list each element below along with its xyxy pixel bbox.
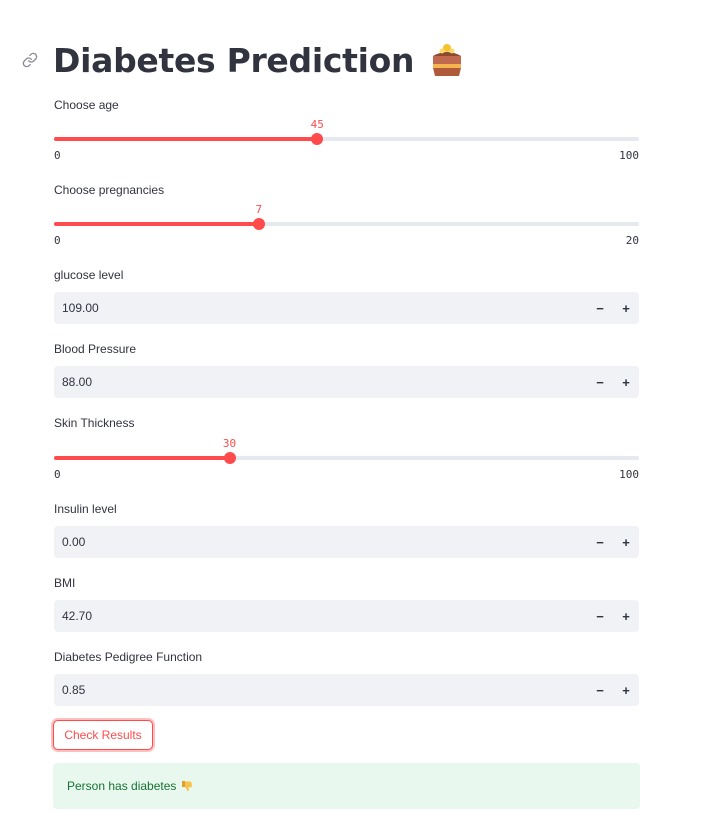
check-results-button[interactable]: Check Results <box>53 720 153 750</box>
age-slider[interactable]: 45 0 100 <box>54 118 639 163</box>
age-label: Choose age <box>54 98 119 112</box>
slider-max: 20 <box>625 234 639 247</box>
bmi-label: BMI <box>54 576 76 590</box>
decrement-button[interactable]: − <box>587 600 613 632</box>
decrement-button[interactable]: − <box>587 674 613 706</box>
slider-thumb[interactable] <box>252 218 265 230</box>
bmi-input[interactable] <box>54 609 587 623</box>
increment-button[interactable]: + <box>613 600 639 632</box>
insulin-label: Insulin level <box>54 502 117 516</box>
dpf-label: Diabetes Pedigree Function <box>54 650 203 664</box>
result-text: Person has diabetes <box>67 779 177 793</box>
slider-fill <box>54 222 259 226</box>
blood-pressure-input[interactable] <box>54 375 587 389</box>
skin-thickness-slider[interactable]: 30 0 100 <box>54 437 639 482</box>
slider-thumb[interactable] <box>223 452 236 464</box>
pregnancies-slider[interactable]: 7 0 20 <box>54 203 639 248</box>
result-alert: Person has diabetes <box>53 763 640 809</box>
blood-pressure-label: Blood Pressure <box>54 342 137 356</box>
slider-min: 0 <box>54 234 61 247</box>
decrement-button[interactable]: − <box>587 366 613 398</box>
blood-pressure-number-input: − + <box>54 366 639 398</box>
increment-button[interactable]: + <box>613 526 639 558</box>
slider-value: 45 <box>310 118 324 131</box>
decrement-button[interactable]: − <box>587 292 613 324</box>
dpf-number-input: − + <box>54 674 639 706</box>
page-header: Diabetes Prediction <box>20 38 464 82</box>
decrement-button[interactable]: − <box>587 526 613 558</box>
slider-max: 100 <box>619 468 639 481</box>
skin-thickness-label: Skin Thickness <box>54 416 135 430</box>
link-icon[interactable] <box>20 50 40 70</box>
dpf-input[interactable] <box>54 683 587 697</box>
slider-min: 0 <box>54 149 61 162</box>
slider-value: 30 <box>222 437 237 450</box>
glucose-label: glucose level <box>54 268 124 282</box>
slider-min: 0 <box>54 468 61 481</box>
insulin-input[interactable] <box>54 535 587 549</box>
slider-fill <box>54 456 230 460</box>
glucose-input[interactable] <box>54 301 587 315</box>
slider-thumb[interactable] <box>311 133 324 145</box>
slider-fill <box>54 137 318 141</box>
page-title: Diabetes Prediction <box>53 40 415 80</box>
bmi-number-input: − + <box>54 600 639 632</box>
insulin-number-input: − + <box>54 526 639 558</box>
thumbs-down-emoji-icon <box>181 780 193 792</box>
slider-max: 100 <box>619 149 639 162</box>
pregnancies-label: Choose pregnancies <box>54 183 165 197</box>
glucose-number-input: − + <box>54 292 639 324</box>
cake-emoji-icon <box>430 42 464 78</box>
slider-value: 7 <box>255 203 263 216</box>
increment-button[interactable]: + <box>613 366 639 398</box>
increment-button[interactable]: + <box>613 292 639 324</box>
increment-button[interactable]: + <box>613 674 639 706</box>
